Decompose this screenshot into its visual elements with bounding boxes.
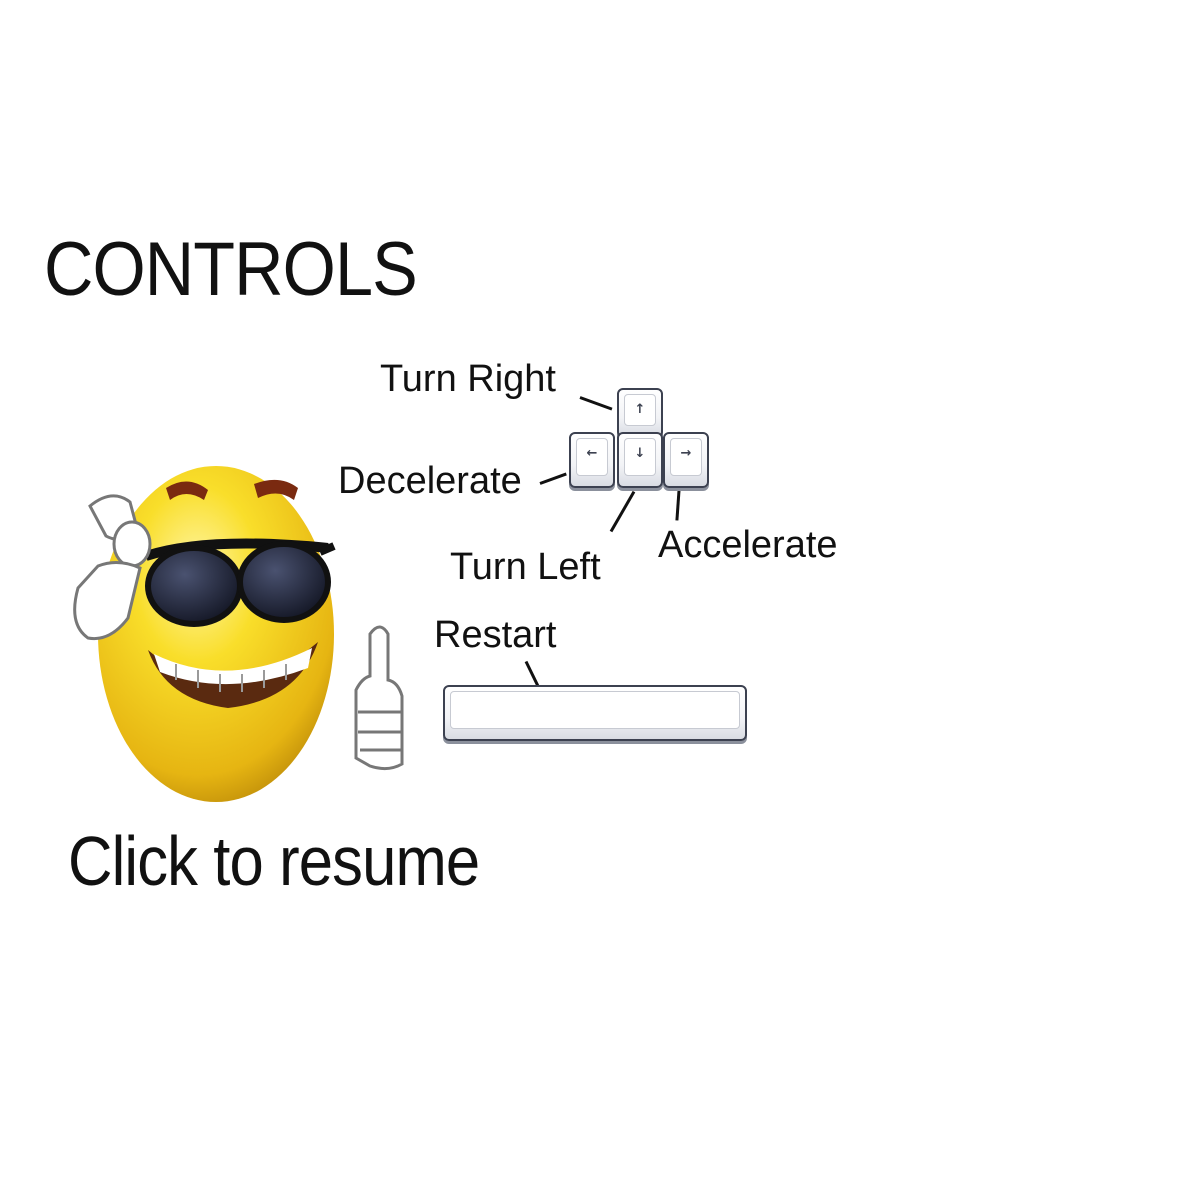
arrow-left-key: ← (569, 432, 615, 488)
decelerate-leader (539, 472, 567, 485)
arrow-up-icon: ↑ (634, 402, 646, 417)
restart-label: Restart (434, 614, 557, 656)
arrow-down-icon: ↓ (634, 446, 646, 461)
turn-right-label: Turn Right (380, 358, 556, 400)
arrow-left-icon: ← (586, 446, 598, 461)
arrow-right-key: → (663, 432, 709, 488)
turn-left-leader (609, 490, 636, 533)
turn-left-label: Turn Left (450, 546, 601, 588)
arrow-right-icon: → (680, 446, 692, 461)
arrow-down-key: ↓ (617, 432, 663, 488)
decelerate-label: Decelerate (338, 460, 522, 502)
title: CONTROLS (44, 227, 418, 312)
space-bar-key (443, 685, 747, 741)
resume-prompt[interactable]: Click to resume (68, 826, 480, 896)
arrow-up-key: ↑ (617, 388, 663, 438)
turn-right-leader (579, 396, 613, 411)
accelerate-leader (675, 490, 681, 521)
accelerate-label: Accelerate (658, 524, 838, 566)
restart-leader (524, 660, 540, 688)
